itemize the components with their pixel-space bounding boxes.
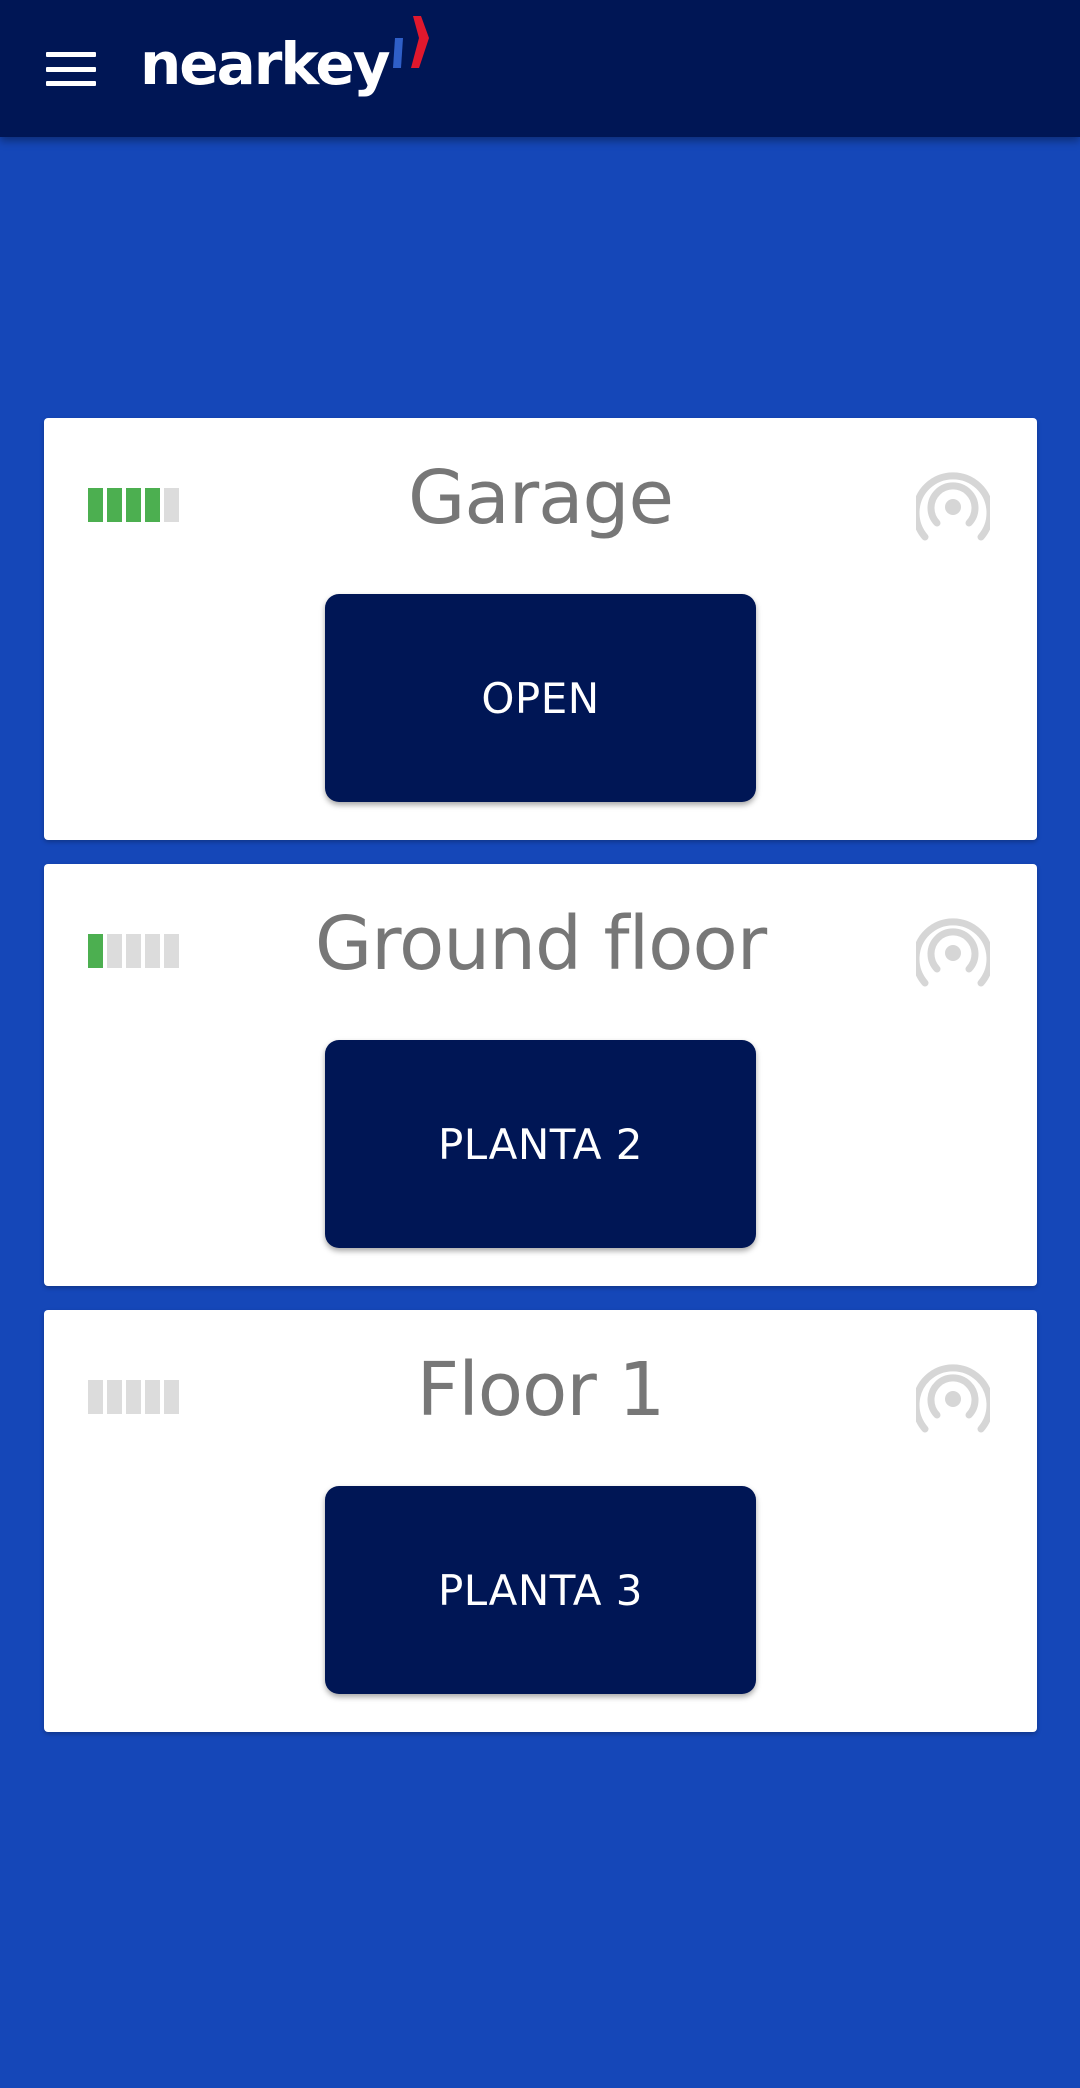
open-garage-button[interactable]: OPEN <box>325 594 756 802</box>
nfc-signal-icon <box>916 472 990 541</box>
nfc-signal-icon <box>916 918 990 987</box>
lock-title: Ground floor <box>314 901 767 987</box>
lock-card-garage: Garage OPEN <box>44 418 1037 840</box>
lock-title: Garage <box>408 455 674 541</box>
lock-title: Floor 1 <box>416 1347 666 1433</box>
app-bar: nearkey <box>0 0 1080 137</box>
menu-button[interactable] <box>30 38 112 100</box>
lock-card-ground-floor: Ground floor PLANTA 2 <box>44 864 1037 1286</box>
logo-mark-icon <box>392 16 429 68</box>
open-planta-2-button[interactable]: PLANTA 2 <box>325 1040 756 1248</box>
lock-card-floor-1: Floor 1 PLANTA 3 <box>44 1310 1037 1732</box>
app-logo: nearkey <box>140 14 441 114</box>
nfc-signal-icon <box>916 1364 990 1433</box>
open-planta-3-button[interactable]: PLANTA 3 <box>325 1486 756 1694</box>
hamburger-menu-icon <box>46 52 96 86</box>
logo-text: nearkey <box>140 30 391 98</box>
